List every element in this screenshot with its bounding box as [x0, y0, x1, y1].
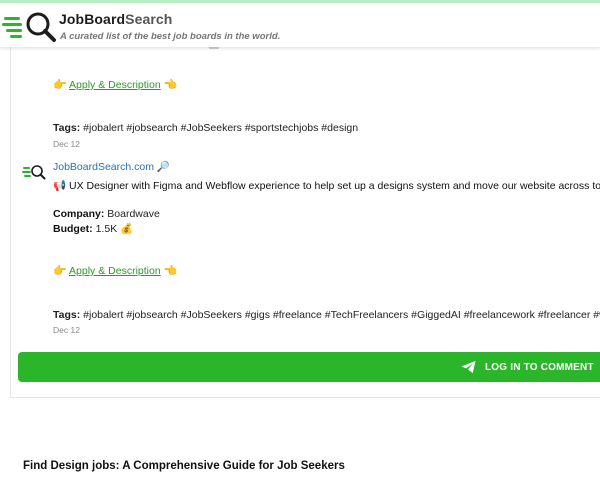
post-tags-prev: Tags: #jobalert #jobsearch #JobSeekers #… [53, 122, 358, 134]
budget-label: Budget: [53, 223, 93, 235]
post-title: 📢 UX Designer with Figma and Webflow exp… [53, 179, 600, 192]
site-header: JobBoardSearch A curated list of the bes… [0, 3, 600, 47]
apply-description-link[interactable]: Apply & Description [69, 79, 161, 91]
tags-list: #jobalert #jobsearch #JobSeekers #sports… [83, 122, 359, 134]
login-button-label: LOG IN TO COMMENT [485, 362, 594, 373]
post-tags: Tags: #jobalert #jobsearch #JobSeekers #… [53, 309, 600, 321]
megaphone-emoji-icon: 📢 [53, 180, 67, 192]
apply-description-link[interactable]: Apply & Description [69, 265, 161, 277]
post-title-text: UX Designer with Figma and Webflow exper… [69, 180, 600, 192]
guide-heading: Find Design jobs: A Comprehensive Guide … [23, 460, 345, 472]
post-date-prev: Dec 12 [53, 139, 80, 149]
tags-list: #jobalert #jobsearch #JobSeekers #gigs #… [83, 309, 600, 321]
post-avatar-icon [22, 165, 46, 180]
site-tagline: A curated list of the best job boards in… [60, 31, 281, 42]
post-date: Dec 12 [53, 325, 80, 335]
send-paper-plane-icon [461, 360, 476, 374]
company-field: Company: Boardwave [53, 208, 160, 220]
magnifier-emoji-icon: 🔎 [156, 161, 170, 173]
login-to-comment-button[interactable]: LOG IN TO COMMENT [18, 352, 600, 382]
pointing-right-hand-icon: 👉 [53, 79, 67, 91]
company-label: Company: [53, 208, 105, 220]
pointing-right-hand-icon: 👉 [53, 265, 67, 277]
pointing-left-hand-icon: 👈 [163, 79, 178, 91]
budget-value: 1.5K [95, 223, 118, 235]
brand-search: Search [125, 11, 173, 27]
brand-name[interactable]: JobBoardSearch [59, 11, 172, 27]
budget-field: Budget: 1.5K 💰 [53, 222, 133, 235]
apply-link-prev[interactable]: 👉 Apply & Description 👈 [53, 78, 177, 91]
post-author[interactable]: JobBoardSearch.com 🔎 [53, 160, 170, 173]
brand-job: JobBoard [59, 11, 126, 27]
money-bag-emoji-icon: 💰 [120, 223, 134, 235]
pointing-left-hand-icon: 👈 [163, 265, 178, 277]
logo-magnifier-icon[interactable] [2, 9, 58, 45]
tags-label: Tags: [53, 122, 81, 134]
tags-label: Tags: [53, 309, 81, 321]
apply-link[interactable]: 👉 Apply & Description 👈 [53, 264, 177, 277]
company-value: Boardwave [107, 208, 160, 220]
author-link[interactable]: JobBoardSearch.com [53, 161, 154, 173]
scroll-indicator [209, 47, 219, 49]
